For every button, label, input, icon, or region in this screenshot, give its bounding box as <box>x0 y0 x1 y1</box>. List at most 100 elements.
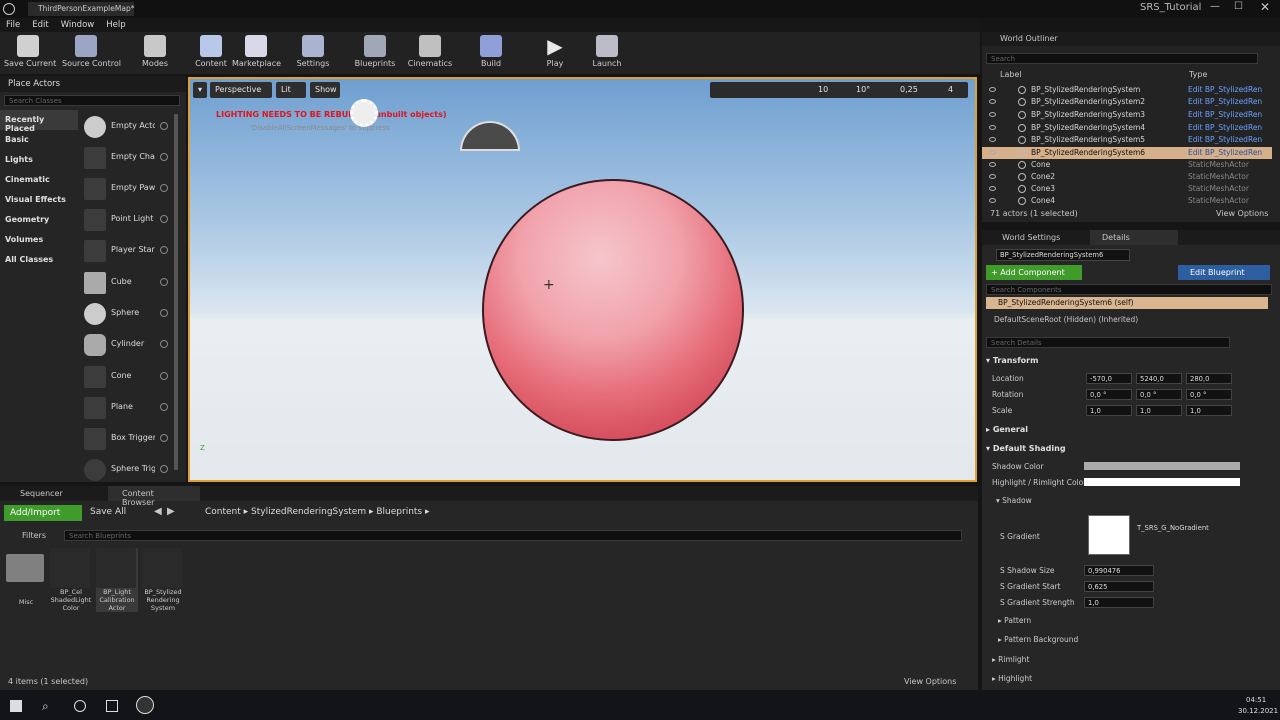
section-transform[interactable]: ▾ Transform <box>986 356 1038 365</box>
outliner-row[interactable]: Cone StaticMeshActor <box>982 159 1272 171</box>
cinematics-button[interactable]: Cinematics <box>406 34 454 72</box>
breadcrumb-content[interactable]: Content <box>205 507 241 517</box>
actor-empty-pawn[interactable]: Empty Pawn <box>82 175 172 203</box>
viewport-options-button[interactable]: ▾ <box>193 82 207 98</box>
settings-button[interactable]: Settings <box>289 34 337 72</box>
category-all-classes[interactable]: All Classes <box>0 250 78 270</box>
filters-button[interactable]: Filters <box>22 531 46 540</box>
rotation-snap-value[interactable]: 10° <box>856 85 870 94</box>
category-recently-placed[interactable]: Recently Placed <box>0 110 78 133</box>
help-icon[interactable] <box>160 246 168 254</box>
source-control-button[interactable]: Source Control <box>62 34 121 72</box>
actor-plane[interactable]: Plane <box>82 394 172 422</box>
location-label[interactable]: Location <box>992 374 1024 383</box>
eye-icon[interactable] <box>989 174 996 179</box>
eye-icon[interactable] <box>989 99 996 104</box>
scale-x-field[interactable]: 1,0 <box>1086 405 1132 416</box>
s-gradient-asset[interactable]: T_SRS_G_NoGradient <box>1134 523 1248 534</box>
help-icon[interactable] <box>160 153 168 161</box>
outliner-row[interactable]: BP_StylizedRenderingSystem Edit BP_Styliz… <box>982 84 1272 96</box>
actor-name-field[interactable]: BP_StylizedRenderingSystem6 <box>996 249 1130 261</box>
menu-help[interactable]: Help <box>106 20 125 30</box>
pattern-background-section[interactable]: ▸ Pattern Background <box>998 635 1078 644</box>
outliner-row-selected[interactable]: BP_StylizedRenderingSystem6 Edit BP_Styli… <box>982 147 1272 159</box>
maximize-button[interactable]: ☐ <box>1234 1 1243 12</box>
category-cinematic[interactable]: Cinematic <box>0 170 78 190</box>
actor-player-start[interactable]: Player Start <box>82 237 172 265</box>
forward-arrow-icon[interactable]: ▶ <box>167 506 175 517</box>
show-button[interactable]: Show <box>310 82 340 98</box>
help-icon[interactable] <box>160 372 168 380</box>
outliner-view-options[interactable]: View Options <box>1216 209 1268 218</box>
outliner-row[interactable]: BP_StylizedRenderingSystem5 Edit BP_Styli… <box>982 134 1272 146</box>
search-icon[interactable]: ⌕ <box>42 699 49 714</box>
search-components-input[interactable]: Search Components <box>986 284 1272 295</box>
outliner-row[interactable]: BP_StylizedRenderingSystem4 Edit BP_Styli… <box>982 122 1272 134</box>
tab-sequencer[interactable]: Sequencer <box>20 489 63 498</box>
tab-world-settings[interactable]: World Settings <box>1002 233 1060 242</box>
task-view-icon[interactable] <box>106 700 118 712</box>
shadow-section[interactable]: ▾ Shadow <box>996 496 1032 505</box>
place-actors-scrollbar[interactable] <box>174 114 178 470</box>
s-gradient-strength-field[interactable]: 1,0 <box>1084 597 1154 608</box>
eye-icon[interactable] <box>989 198 996 203</box>
save-all-button[interactable]: Save All <box>90 507 126 517</box>
help-icon[interactable] <box>160 122 168 130</box>
eye-icon[interactable] <box>989 112 996 117</box>
outliner-row[interactable]: BP_StylizedRenderingSystem3 Edit BP_Styli… <box>982 109 1272 121</box>
build-button[interactable]: Build <box>467 34 515 72</box>
content-button[interactable]: Content <box>187 34 235 72</box>
help-icon[interactable] <box>160 184 168 192</box>
s-gradient-start-field[interactable]: 0,625 <box>1084 581 1154 592</box>
location-x-field[interactable]: -570,0 <box>1086 373 1132 384</box>
scale-snap-value[interactable]: 0,25 <box>900 85 918 94</box>
actor-empty-actor[interactable]: Empty Actor <box>82 113 172 141</box>
edit-blueprint-button[interactable]: Edit Blueprint <box>1178 265 1270 280</box>
help-icon[interactable] <box>160 434 168 442</box>
eye-icon[interactable] <box>989 125 996 130</box>
column-type[interactable]: Type <box>1189 70 1207 79</box>
column-label[interactable]: Label <box>1000 70 1022 79</box>
outliner-row[interactable]: BP_StylizedRenderingSystem2 Edit BP_Styli… <box>982 96 1272 108</box>
asset-light-calibration[interactable]: BP_Light Calibration Actor <box>96 548 138 612</box>
search-blueprints-input[interactable]: Search Blueprints <box>64 530 962 541</box>
marketplace-button[interactable]: Marketplace <box>232 34 281 72</box>
eye-icon[interactable] <box>989 150 996 155</box>
category-volumes[interactable]: Volumes <box>0 230 78 250</box>
rotation-label[interactable]: Rotation <box>992 390 1023 399</box>
rimlight-section[interactable]: ▸ Rimlight <box>992 655 1029 664</box>
search-classes-input[interactable]: Search Classes <box>4 95 180 106</box>
eye-icon[interactable] <box>989 87 996 92</box>
level-tab[interactable]: ThirdPersonExampleMap* <box>28 2 134 16</box>
actor-box-trigger[interactable]: Box Trigger <box>82 425 172 453</box>
grid-snap-value[interactable]: 10 <box>818 85 828 94</box>
add-import-button[interactable]: Add/Import <box>4 505 82 521</box>
play-button[interactable]: ▶ Play <box>531 34 579 72</box>
save-current-button[interactable]: Save Current <box>4 34 56 72</box>
lit-button[interactable]: Lit <box>276 82 306 98</box>
shadow-color-swatch[interactable] <box>1084 462 1240 470</box>
menu-window[interactable]: Window <box>61 20 95 30</box>
highlight-section[interactable]: ▸ Highlight <box>992 674 1032 683</box>
help-icon[interactable] <box>160 215 168 223</box>
camera-speed-value[interactable]: 4 <box>948 85 953 94</box>
outliner-row[interactable]: Cone2 StaticMeshActor <box>982 171 1272 183</box>
modes-button[interactable]: Modes <box>131 34 179 72</box>
scale-y-field[interactable]: 1,0 <box>1136 405 1182 416</box>
scale-label[interactable]: Scale <box>992 406 1012 415</box>
component-self[interactable]: BP_StylizedRenderingSystem6 (self) <box>986 297 1268 309</box>
actor-empty-character[interactable]: Empty Character <box>82 144 172 172</box>
section-general[interactable]: ▸ General <box>986 425 1028 434</box>
folder-misc[interactable]: Misc <box>6 548 46 608</box>
perspective-button[interactable]: Perspective <box>210 82 272 98</box>
rotation-x-field[interactable]: 0,0 ° <box>1086 389 1132 400</box>
asset-stylized-rendering-system[interactable]: BP_Stylized Rendering System <box>142 548 184 612</box>
help-icon[interactable] <box>160 403 168 411</box>
menu-edit[interactable]: Edit <box>32 20 48 30</box>
actor-sphere-trigger[interactable]: Sphere Trigger <box>82 456 172 484</box>
breadcrumb-stylized[interactable]: StylizedRenderingSystem <box>251 507 366 517</box>
close-button[interactable]: ✕ <box>1260 0 1270 14</box>
rotation-y-field[interactable]: 0,0 ° <box>1136 389 1182 400</box>
help-icon[interactable] <box>160 340 168 348</box>
cortana-icon[interactable] <box>74 700 86 712</box>
